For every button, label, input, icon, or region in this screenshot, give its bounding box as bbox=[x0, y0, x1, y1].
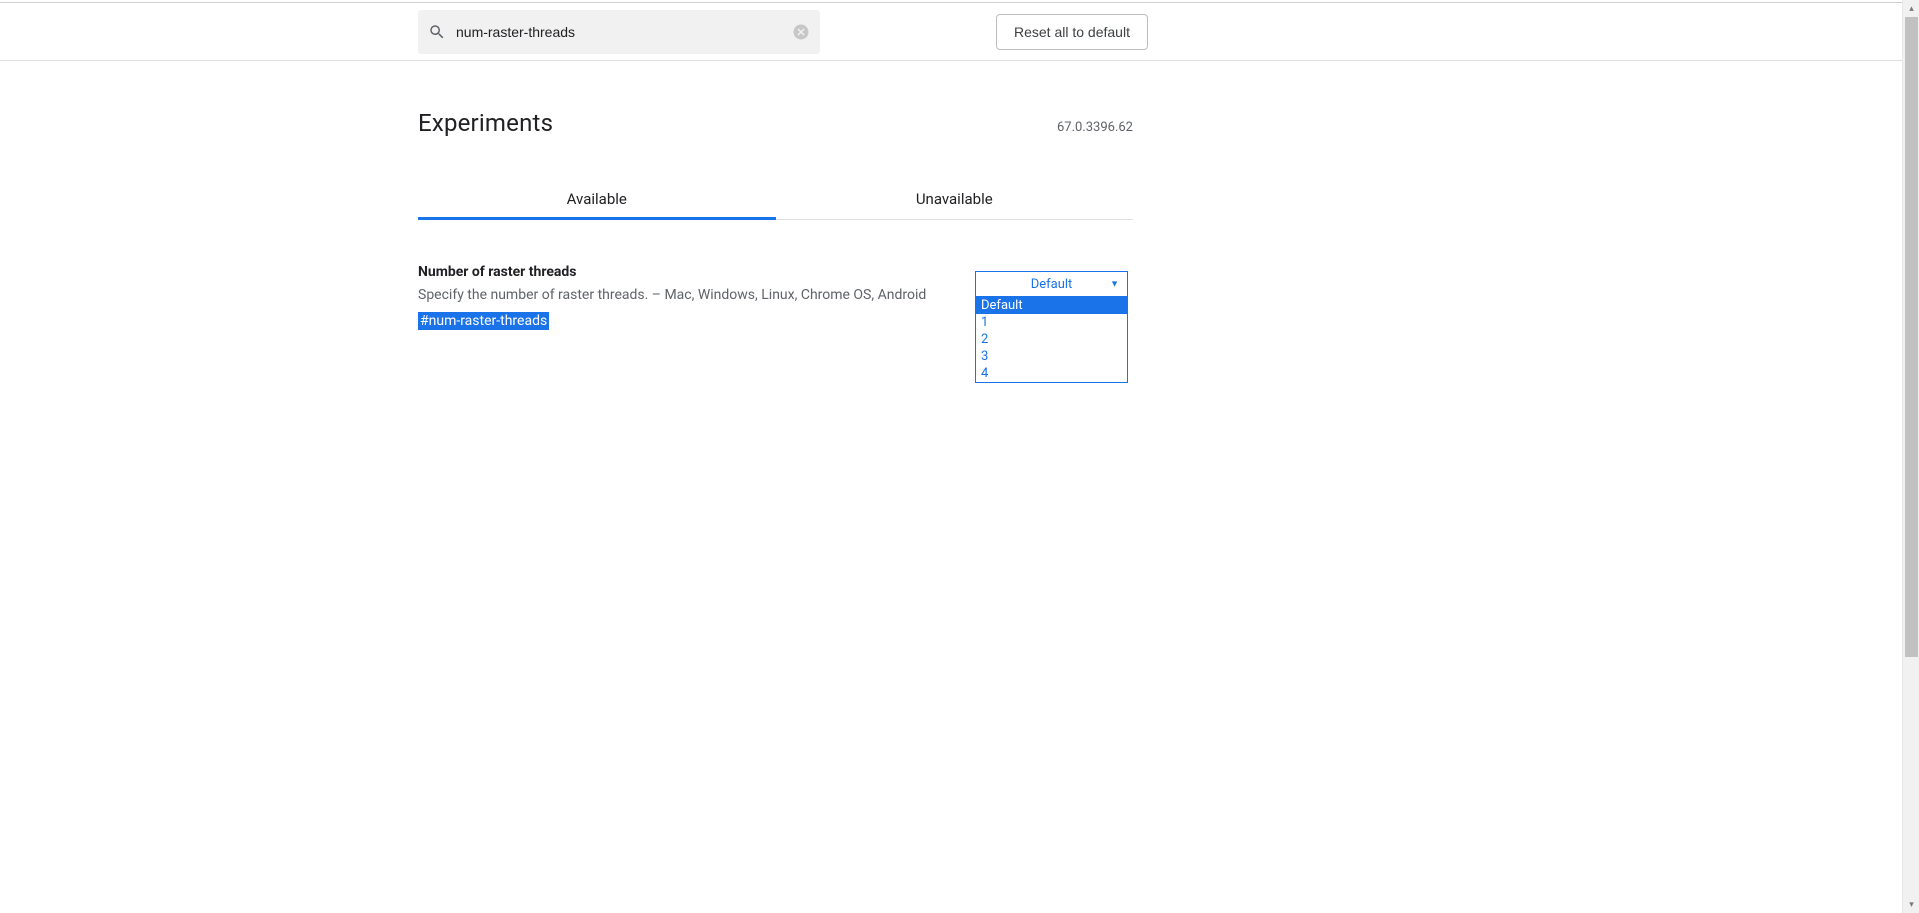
chevron-down-icon: ▼ bbox=[1110, 279, 1119, 290]
flag-option[interactable]: 1 bbox=[976, 314, 1127, 331]
flag-select-value: Default bbox=[1031, 277, 1073, 292]
main-content: Experiments 67.0.3396.62 Available Unava… bbox=[418, 109, 1133, 330]
tab-available[interactable]: Available bbox=[418, 177, 776, 219]
version-label: 67.0.3396.62 bbox=[1057, 120, 1133, 135]
reset-all-button[interactable]: Reset all to default bbox=[996, 14, 1148, 50]
scroll-thumb[interactable] bbox=[1905, 17, 1918, 657]
flag-hash-link[interactable]: #num-raster-threads bbox=[418, 312, 549, 330]
tab-unavailable[interactable]: Unavailable bbox=[776, 177, 1134, 219]
page-title: Experiments bbox=[418, 109, 553, 137]
flag-select[interactable]: Default ▼ bbox=[975, 271, 1128, 297]
flag-title: Number of raster threads bbox=[418, 264, 926, 280]
scroll-down-icon[interactable]: ▾ bbox=[1903, 896, 1919, 913]
scrollbar[interactable]: ▴ ▾ bbox=[1902, 0, 1919, 913]
flag-description: Specify the number of raster threads. – … bbox=[418, 286, 926, 306]
flag-select-dropdown: Default1234 bbox=[975, 297, 1128, 383]
flag-row: Number of raster threads Specify the num… bbox=[418, 264, 1133, 330]
tabs: Available Unavailable bbox=[418, 177, 1133, 220]
search-box[interactable] bbox=[418, 10, 820, 54]
top-bar: Reset all to default bbox=[0, 3, 1902, 61]
flag-option[interactable]: 4 bbox=[976, 365, 1127, 382]
flag-option[interactable]: 3 bbox=[976, 348, 1127, 365]
search-input[interactable] bbox=[456, 24, 792, 40]
scroll-up-icon[interactable]: ▴ bbox=[1903, 0, 1919, 17]
clear-icon[interactable] bbox=[792, 23, 810, 41]
flag-option[interactable]: Default bbox=[976, 297, 1127, 314]
flag-option[interactable]: 2 bbox=[976, 331, 1127, 348]
search-icon bbox=[428, 23, 446, 41]
